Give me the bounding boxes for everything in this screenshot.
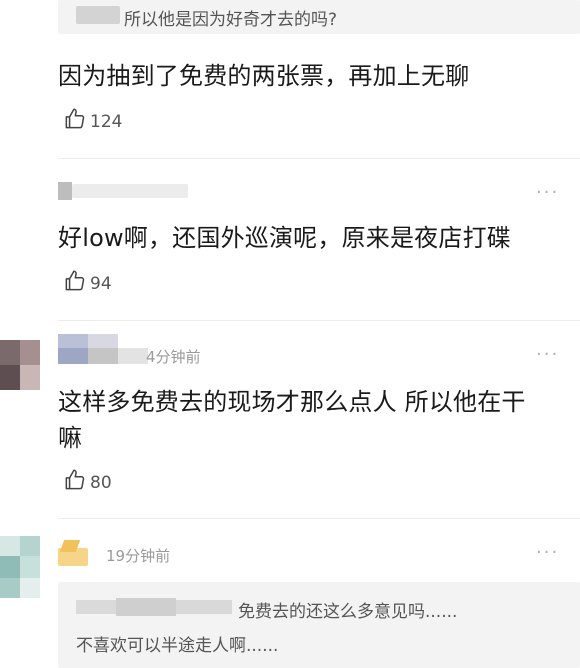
like-count: 124 (90, 111, 123, 132)
thumbs-up-icon (62, 268, 88, 299)
more-options-button[interactable]: ··· (536, 542, 559, 563)
blurred-username (58, 182, 188, 200)
avatar[interactable] (0, 536, 40, 598)
timestamp: 4分钟前 (146, 348, 201, 366)
timestamp: 19分钟前 (106, 547, 171, 565)
thumbs-up-icon (62, 467, 88, 498)
more-options-button[interactable]: ··· (536, 344, 559, 365)
more-options-button[interactable]: ··· (536, 182, 559, 203)
avatar[interactable] (0, 340, 40, 390)
thumbs-up-icon (62, 106, 88, 137)
quoted-text: 所以他是因为好奇才去的吗? (124, 10, 338, 30)
like-button[interactable]: 94 (62, 268, 112, 299)
comment-body: 因为抽到了免费的两张票，再加上无聊 (58, 62, 470, 90)
like-button[interactable]: 80 (62, 467, 112, 498)
blurred-username (76, 598, 232, 616)
like-count: 80 (90, 472, 112, 493)
comment-body-line-2: 嘛 (58, 424, 83, 452)
quoted-text-line-2: 不喜欢可以半途走人啊...... (76, 636, 279, 656)
like-button[interactable]: 124 (62, 106, 122, 137)
user-badge-icon (58, 540, 88, 566)
like-count: 94 (90, 273, 112, 294)
comment-body: 好low啊，还国外巡演呢，原来是夜店打碟 (58, 224, 511, 252)
comment-divider (58, 320, 580, 321)
comment-body-line-1: 这样多免费去的现场才那么点人 所以他在干 (58, 388, 526, 416)
quoted-text-line-1: 免费去的还这么多意见吗...... (238, 602, 458, 622)
blurred-username (58, 334, 148, 364)
blurred-username (76, 6, 120, 24)
comment-divider (58, 518, 580, 519)
comment-divider (58, 158, 580, 159)
